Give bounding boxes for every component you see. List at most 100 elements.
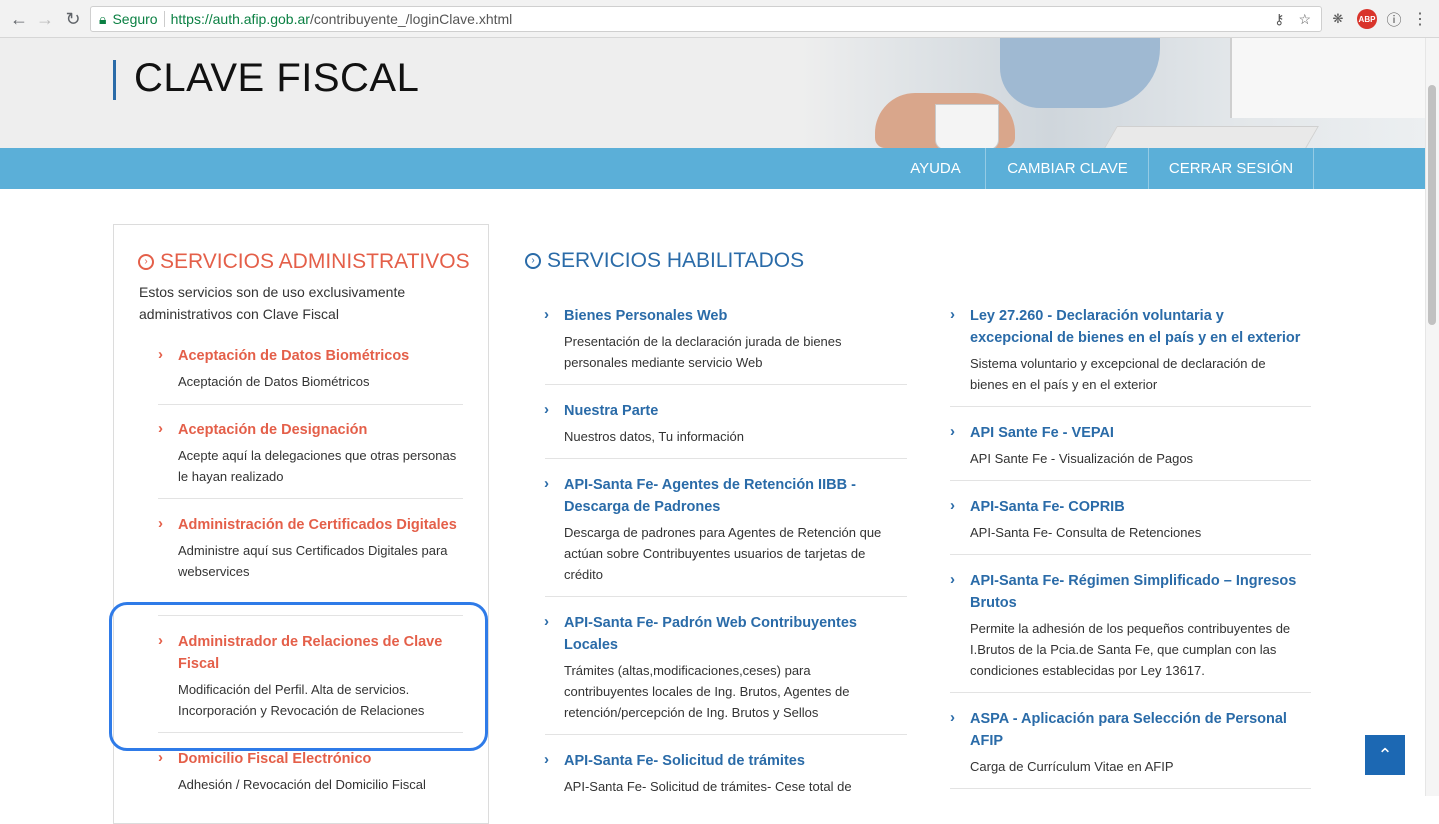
- url-host: https://auth.afip.gob.ar: [170, 11, 310, 27]
- key-icon[interactable]: ⚷: [1274, 11, 1284, 28]
- divider: [545, 384, 907, 385]
- divider: [545, 596, 907, 597]
- header-photo-monitor: [1230, 38, 1427, 118]
- adblock-plus-icon[interactable]: ABP: [1357, 9, 1377, 29]
- service-item-desc: Carga de Currículum Vitae en AFIP: [970, 759, 1174, 774]
- admin-item-title[interactable]: Aceptación de Datos Biométricos: [178, 345, 468, 367]
- service-item-desc: Presentación de la declaración jurada de…: [564, 334, 842, 370]
- service-item[interactable]: › Bienes Personales Web Presentación de …: [544, 305, 894, 373]
- secure-label: Seguro: [112, 11, 158, 27]
- nav-cerrar-sesion[interactable]: CERRAR SESIÓN: [1148, 148, 1314, 189]
- chevron-up-icon: ⌃: [1377, 744, 1393, 765]
- admin-item-title[interactable]: Aceptación de Designación: [178, 419, 468, 441]
- service-item-desc: API-Santa Fe- Consulta de Retenciones: [970, 525, 1202, 540]
- divider: [158, 498, 463, 499]
- admin-item-desc: Adhesión / Revocación del Domicilio Fisc…: [178, 777, 426, 792]
- enabled-services-heading: › SERVICIOS HABILITADOS: [525, 249, 804, 273]
- reload-button[interactable]: ↻: [62, 8, 84, 30]
- service-item[interactable]: › API-Santa Fe- Agentes de Retención IIB…: [544, 474, 894, 585]
- chevron-right-icon: ›: [158, 515, 163, 532]
- service-item-title[interactable]: Bienes Personales Web: [564, 305, 894, 327]
- divider: [950, 692, 1311, 693]
- bookmark-star-icon[interactable]: ☆: [1298, 11, 1311, 28]
- page-title: CLAVE FISCAL: [134, 56, 420, 100]
- divider: [950, 480, 1311, 481]
- service-item-title[interactable]: API-Santa Fe- Padrón Web Contribuyentes …: [564, 612, 894, 656]
- extension-bug-icon[interactable]: ❋: [1328, 9, 1348, 29]
- chevron-right-icon: ›: [950, 571, 955, 588]
- admin-item[interactable]: › Aceptación de Datos Biométricos Acepta…: [158, 345, 468, 392]
- service-item[interactable]: › ASPA - Aplicación para Selección de Pe…: [950, 708, 1305, 777]
- service-item[interactable]: › API-Santa Fe- Régimen Simplificado – I…: [950, 570, 1305, 681]
- service-item-title[interactable]: API-Santa Fe- COPRIB: [970, 496, 1305, 518]
- admin-services-description: Estos servicios son de uso exclusivament…: [139, 284, 406, 322]
- service-item-desc: Permite la adhesión de los pequeños cont…: [970, 621, 1291, 678]
- service-item[interactable]: › API-Santa Fe- Solicitud de trámites AP…: [544, 750, 894, 797]
- url-separator: [163, 11, 165, 27]
- lock-icon: 🔒︎: [99, 10, 107, 27]
- admin-services-title: SERVICIOS ADMINISTRATIVOS: [160, 250, 470, 273]
- admin-item[interactable]: › Domicilio Fiscal Electrónico Adhesión …: [158, 748, 468, 795]
- divider: [158, 404, 463, 405]
- service-item[interactable]: › Nuestra Parte Nuestros datos, Tu infor…: [544, 400, 894, 447]
- service-item-desc: Sistema voluntario y excepcional de decl…: [970, 356, 1266, 392]
- service-item-title[interactable]: Nuestra Parte: [564, 400, 894, 422]
- menu-kebab-icon[interactable]: ⋮: [1410, 9, 1430, 29]
- back-button[interactable]: ←: [8, 8, 30, 30]
- info-icon[interactable]: ⓘ: [1384, 9, 1404, 29]
- header-photo-keyboard: [1103, 126, 1319, 150]
- chevron-right-icon: ›: [950, 306, 955, 323]
- back-to-top-button[interactable]: ⌃: [1365, 735, 1405, 775]
- divider: [950, 554, 1311, 555]
- nav-cambiar-clave[interactable]: CAMBIAR CLAVE: [985, 148, 1149, 189]
- service-item[interactable]: › Ley 27.260 - Declaración voluntaria y …: [950, 305, 1305, 395]
- browser-toolbar: ← → ↻ 🔒︎ Seguro https://auth.afip.gob.ar…: [0, 0, 1439, 38]
- title-accent-bar: [113, 60, 116, 100]
- address-bar[interactable]: 🔒︎ Seguro https://auth.afip.gob.ar/contr…: [90, 6, 1322, 32]
- chevron-right-icon: ›: [544, 751, 549, 768]
- service-item[interactable]: › API-Santa Fe- Padrón Web Contribuyente…: [544, 612, 894, 723]
- chevron-right-icon: ›: [950, 497, 955, 514]
- admin-item-title[interactable]: Domicilio Fiscal Electrónico: [178, 748, 468, 770]
- admin-item-desc: Acepte aquí la delegaciones que otras pe…: [178, 448, 457, 484]
- url-path: /contribuyente_/loginClave.xhtml: [309, 11, 513, 27]
- service-item-title[interactable]: API-Santa Fe- Régimen Simplificado – Ing…: [970, 570, 1305, 614]
- nav-ayuda[interactable]: AYUDA: [886, 148, 985, 189]
- chevron-right-icon: ›: [158, 346, 163, 363]
- admin-item-desc: Aceptación de Datos Biométricos: [178, 374, 370, 389]
- admin-services-heading: › SERVICIOS ADMINISTRATIVOS: [138, 250, 470, 274]
- service-item-title[interactable]: API-Santa Fe- Solicitud de trámites: [564, 750, 894, 772]
- admin-item[interactable]: › Aceptación de Designación Acepte aquí …: [158, 419, 468, 487]
- divider: [545, 458, 907, 459]
- service-item-desc: Trámites (altas,modificaciones,ceses) pa…: [564, 663, 850, 720]
- service-item[interactable]: › API Sante Fe - VEPAI API Sante Fe - Vi…: [950, 422, 1305, 469]
- admin-item-desc: Administre aquí sus Certificados Digital…: [178, 543, 448, 579]
- highlight-annotation: [109, 602, 488, 751]
- header-photo-mug: [935, 104, 999, 150]
- scrollbar-thumb[interactable]: [1428, 85, 1436, 325]
- admin-item-title[interactable]: Administración de Certificados Digitales: [178, 514, 468, 536]
- circle-chevron-icon: ›: [525, 253, 541, 269]
- service-item-title[interactable]: ASPA - Aplicación para Selección de Pers…: [970, 708, 1305, 752]
- chevron-right-icon: ›: [544, 613, 549, 630]
- divider: [545, 734, 907, 735]
- divider: [950, 406, 1311, 407]
- chevron-right-icon: ›: [544, 475, 549, 492]
- service-item-title[interactable]: Ley 27.260 - Declaración voluntaria y ex…: [970, 305, 1305, 349]
- service-item-desc: API Sante Fe - Visualización de Pagos: [970, 451, 1194, 466]
- top-navigation: AYUDA CAMBIAR CLAVE CERRAR SESIÓN: [0, 148, 1425, 189]
- chevron-right-icon: ›: [158, 749, 163, 766]
- chevron-right-icon: ›: [544, 306, 549, 323]
- enabled-services-title: SERVICIOS HABILITADOS: [547, 249, 805, 272]
- forward-button[interactable]: →: [34, 8, 56, 30]
- service-item-title[interactable]: API-Santa Fe- Agentes de Retención IIBB …: [564, 474, 894, 518]
- chevron-right-icon: ›: [544, 401, 549, 418]
- service-item-desc: Nuestros datos, Tu información: [564, 429, 744, 444]
- service-item-title[interactable]: API Sante Fe - VEPAI: [970, 422, 1305, 444]
- service-item-desc: Descarga de padrones para Agentes de Ret…: [564, 525, 882, 582]
- chevron-right-icon: ›: [950, 709, 955, 726]
- chevron-right-icon: ›: [158, 420, 163, 437]
- service-item[interactable]: › API-Santa Fe- COPRIB API-Santa Fe- Con…: [950, 496, 1305, 543]
- admin-item[interactable]: › Administración de Certificados Digital…: [158, 514, 468, 582]
- chevron-right-icon: ›: [950, 423, 955, 440]
